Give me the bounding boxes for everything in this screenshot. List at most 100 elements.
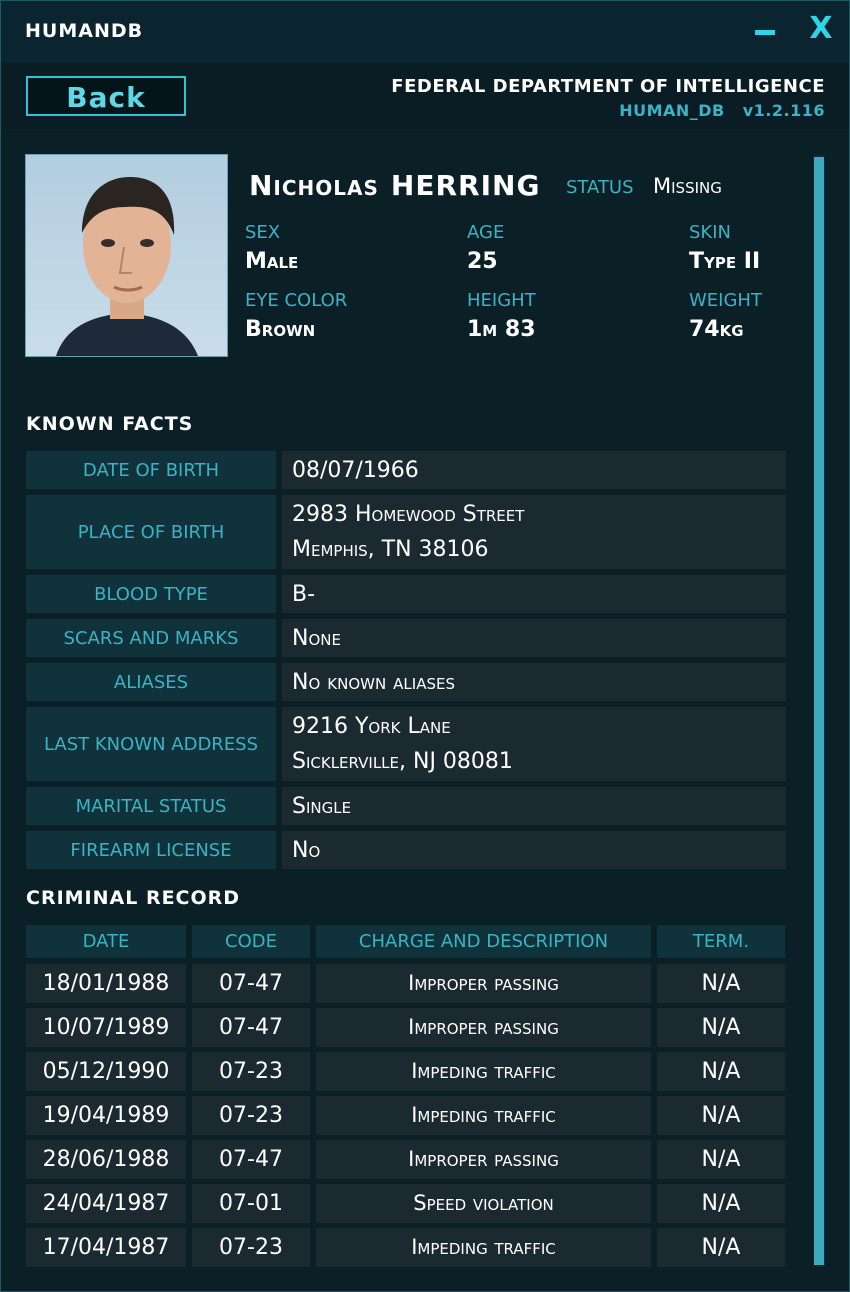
facts-row: MARITAL STATUS Single [26, 787, 786, 825]
record-cell: 05/12/1990 [26, 1052, 186, 1091]
facts-label: SCARS AND MARKS [26, 619, 276, 657]
facts-value-line: Sicklerville, NJ 08081 [292, 749, 513, 774]
version-label: v1.2.116 [742, 101, 825, 120]
humandb-window: HUMANDB X Back FEDERAL DEPARTMENT OF INT… [0, 0, 850, 1292]
eye-color-label: EYE COLOR [245, 290, 348, 311]
facts-row: SCARS AND MARKS None [26, 619, 786, 657]
record-cell: N/A [657, 1228, 785, 1267]
facts-row: FIREARM LICENSE No [26, 831, 786, 869]
sex-label: SEX [245, 222, 281, 243]
facts-label: LAST KNOWN ADDRESS [26, 707, 276, 781]
record-cell: Speed violation [316, 1184, 651, 1223]
record-cell: 07-47 [192, 1008, 310, 1047]
record-cell: N/A [657, 964, 785, 1003]
subject-portrait [26, 155, 227, 356]
record-cell: N/A [657, 1184, 785, 1223]
minimize-button[interactable] [755, 30, 775, 35]
skin-label: SKIN [689, 222, 732, 243]
subject-photo [25, 154, 228, 357]
record-cell: Impeding traffic [316, 1096, 651, 1135]
facts-label: PLACE OF BIRTH [26, 495, 276, 569]
facts-label: MARITAL STATUS [26, 787, 276, 825]
header: Back FEDERAL DEPARTMENT OF INTELLIGENCE … [1, 63, 849, 129]
db-info: HUMAN_DB v1.2.116 [601, 101, 825, 120]
facts-value-line: 2983 Homewood Street [292, 502, 525, 527]
weight-value: 74kg [689, 317, 744, 342]
record-cell: N/A [657, 1052, 785, 1091]
facts-value-line: Memphis, TN 38106 [292, 537, 489, 562]
db-name: HUMAN_DB [619, 101, 725, 120]
facts-value: 2983 Homewood Street Memphis, TN 38106 [282, 495, 786, 569]
scrollbar-thumb[interactable] [814, 157, 824, 1265]
facts-row: BLOOD TYPE B- [26, 575, 786, 613]
facts-value: 08/07/1966 [282, 451, 786, 489]
facts-row: DATE OF BIRTH 08/07/1966 [26, 451, 786, 489]
height-value: 1m 83 [467, 317, 536, 342]
facts-label: FIREARM LICENSE [26, 831, 276, 869]
height-label: HEIGHT [467, 290, 536, 311]
facts-value: None [282, 619, 786, 657]
facts-value: No known aliases [282, 663, 786, 701]
facts-row: ALIASES No known aliases [26, 663, 786, 701]
record-cell: 17/04/1987 [26, 1228, 186, 1267]
record-column-header: CODE [192, 925, 310, 958]
facts-label: DATE OF BIRTH [26, 451, 276, 489]
record-cell: 28/06/1988 [26, 1140, 186, 1179]
agency-name: FEDERAL DEPARTMENT OF INTELLIGENCE [391, 76, 825, 97]
record-column-header: TERM. [657, 925, 785, 958]
status-label: STATUS [566, 177, 634, 198]
record-cell: Improper passing [316, 1008, 651, 1047]
record-content: Nicholas HERRING STATUS Missing SEX Male … [1, 129, 849, 1291]
record-column-header: DATE [26, 925, 186, 958]
facts-value: B- [282, 575, 786, 613]
age-label: AGE [467, 222, 505, 243]
facts-value-line: 08/07/1966 [292, 457, 419, 483]
facts-value: 9216 York Lane Sicklerville, NJ 08081 [282, 707, 786, 781]
facts-value-line: No known aliases [292, 669, 455, 695]
record-cell: 07-01 [192, 1184, 310, 1223]
facts-value-line: No [292, 837, 321, 863]
record-cell: 19/04/1989 [26, 1096, 186, 1135]
close-icon[interactable]: X [807, 11, 835, 47]
facts-value: Single [282, 787, 786, 825]
record-cell: 07-23 [192, 1228, 310, 1267]
facts-value-line: B- [292, 581, 316, 607]
record-cell: 07-47 [192, 964, 310, 1003]
skin-value: Type II [689, 249, 761, 274]
record-cell: 07-23 [192, 1052, 310, 1091]
first-name: Nicholas [249, 169, 379, 202]
record-cell: N/A [657, 1008, 785, 1047]
record-column-header: CHARGE AND DESCRIPTION [316, 925, 651, 958]
facts-label: BLOOD TYPE [26, 575, 276, 613]
record-cell: N/A [657, 1140, 785, 1179]
record-cell: Impeding traffic [316, 1228, 651, 1267]
criminal-record-title: CRIMINAL RECORD [26, 887, 241, 909]
facts-value-line: 9216 York Lane [292, 714, 451, 739]
facts-label: ALIASES [26, 663, 276, 701]
subject-name: Nicholas HERRING [249, 169, 540, 202]
record-cell: 24/04/1987 [26, 1184, 186, 1223]
title-bar: HUMANDB X [1, 1, 849, 63]
record-cell: 18/01/1988 [26, 964, 186, 1003]
facts-value: No [282, 831, 786, 869]
facts-row: LAST KNOWN ADDRESS 9216 York Lane Sicklerv… [26, 707, 786, 781]
back-button[interactable]: Back [26, 76, 186, 116]
record-cell: 07-23 [192, 1096, 310, 1135]
scrollbar[interactable] [813, 155, 825, 1267]
record-cell: Impeding traffic [316, 1052, 651, 1091]
age-value: 25 [467, 249, 498, 274]
facts-value-line: Single [292, 793, 352, 819]
record-cell: N/A [657, 1096, 785, 1135]
status-value: Missing [653, 174, 722, 198]
record-cell: 10/07/1989 [26, 1008, 186, 1047]
record-cell: Improper passing [316, 1140, 651, 1179]
known-facts-title: KNOWN FACTS [26, 413, 194, 435]
app-title: HUMANDB [25, 20, 144, 42]
sex-value: Male [245, 249, 299, 274]
record-cell: Improper passing [316, 964, 651, 1003]
record-cell: 07-47 [192, 1140, 310, 1179]
weight-label: WEIGHT [689, 290, 762, 311]
facts-value-line: None [292, 625, 341, 651]
eye-color-value: Brown [245, 317, 316, 342]
facts-row: PLACE OF BIRTH 2983 Homewood Street Memphi… [26, 495, 786, 569]
